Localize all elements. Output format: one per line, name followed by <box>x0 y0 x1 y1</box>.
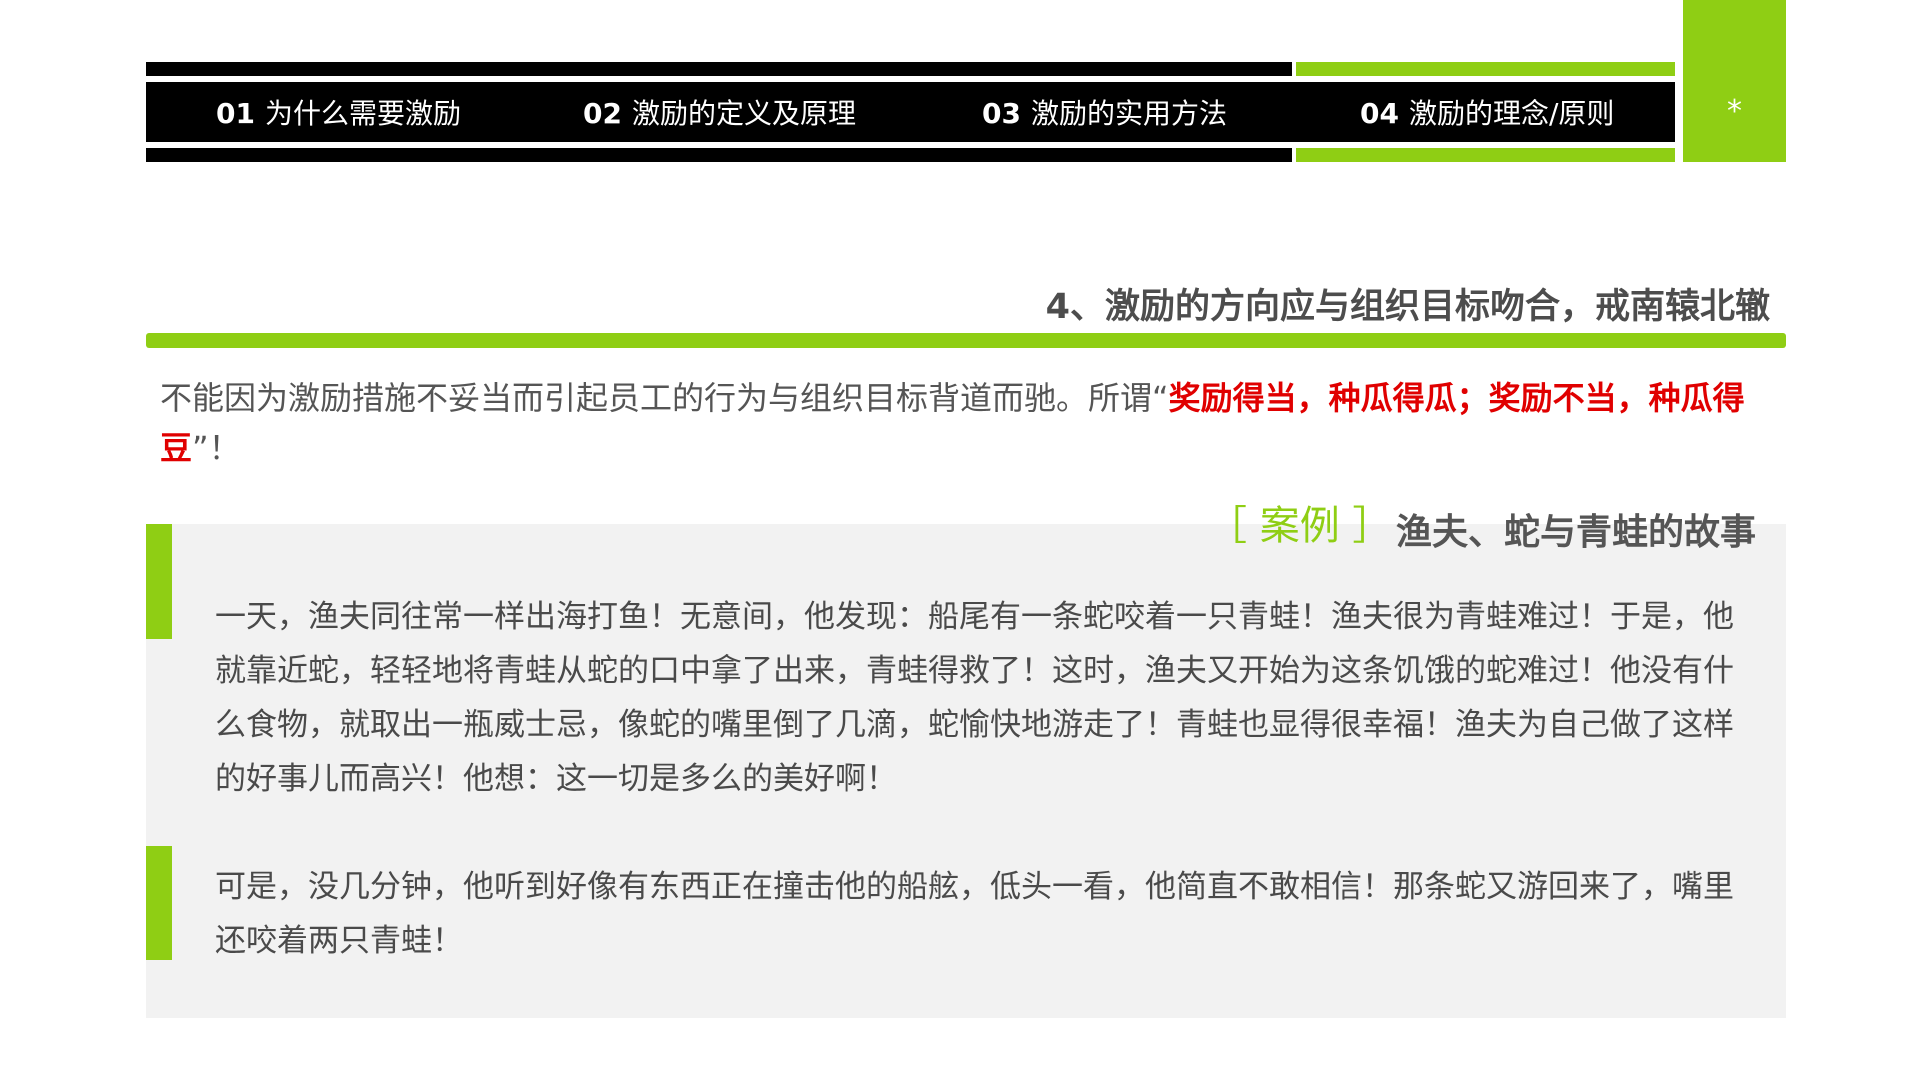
nav-tab-label: 激励的实用方法 <box>1030 97 1227 130</box>
section-nav: 01 为什么需要激励 02 激励的定义及原理 03 激励的实用方法 04 激励的理念/原… <box>146 62 1675 162</box>
case-paragraph: 一天，渔夫同往常一样出海打鱼！无意间，他发现：船尾有一条蛇咬着一只青蛙！渔夫很为… <box>215 599 1734 797</box>
nav-tab-02[interactable]: 02 激励的定义及原理 <box>583 92 856 132</box>
case-tag: ［ 案例 ］ <box>1207 503 1393 549</box>
nav-tab-01[interactable]: 01 为什么需要激励 <box>216 92 461 132</box>
nav-top-rule-green <box>1296 62 1675 76</box>
nav-tab-number: 03 <box>982 97 1021 130</box>
intro-paragraph: 不能因为激励措施不妥当而引起员工的行为与组织目标背道而驰。所谓“奖励得当，种瓜得… <box>160 373 1772 473</box>
nav-top-rule-black <box>146 62 1292 76</box>
nav-bar: 01 为什么需要激励 02 激励的定义及原理 03 激励的实用方法 04 激励的理念/原… <box>146 82 1675 142</box>
nav-tab-label: 激励的定义及原理 <box>631 97 856 130</box>
section-heading: 4、激励的方向应与组织目标吻合，戒南辕北辙 <box>1045 287 1770 327</box>
paragraph-accent-bar <box>146 846 172 960</box>
intro-text: 不能因为激励措施不妥当而引起员工的行为与组织目标背道而驰。所谓“ <box>160 379 1169 417</box>
nav-tab-number: 02 <box>583 97 622 130</box>
case-paragraph: 可是，没几分钟，他听到好像有东西正在撞击他的船舷，低头一看，他简直不敢相信！那条… <box>215 869 1734 959</box>
nav-tab-label: 激励的理念/原则 <box>1408 97 1615 130</box>
nav-tab-label: 为什么需要激励 <box>264 97 461 130</box>
asterisk-icon: * <box>1727 93 1742 129</box>
nav-tab-03[interactable]: 03 激励的实用方法 <box>982 92 1227 132</box>
paragraph-accent-bar <box>146 524 172 639</box>
nav-tab-04[interactable]: 04 激励的理念/原则 <box>1360 92 1614 132</box>
corner-marker: * <box>1683 0 1786 162</box>
nav-tab-number: 01 <box>216 97 255 130</box>
intro-text-end: ”！ <box>192 429 241 467</box>
heading-underline <box>146 333 1786 348</box>
nav-tab-number: 04 <box>1360 97 1399 130</box>
nav-bottom-rule-black <box>146 148 1292 162</box>
nav-bottom-rule-green <box>1296 148 1675 162</box>
case-title: 渔夫、蛇与青蛙的故事 <box>1396 512 1757 553</box>
